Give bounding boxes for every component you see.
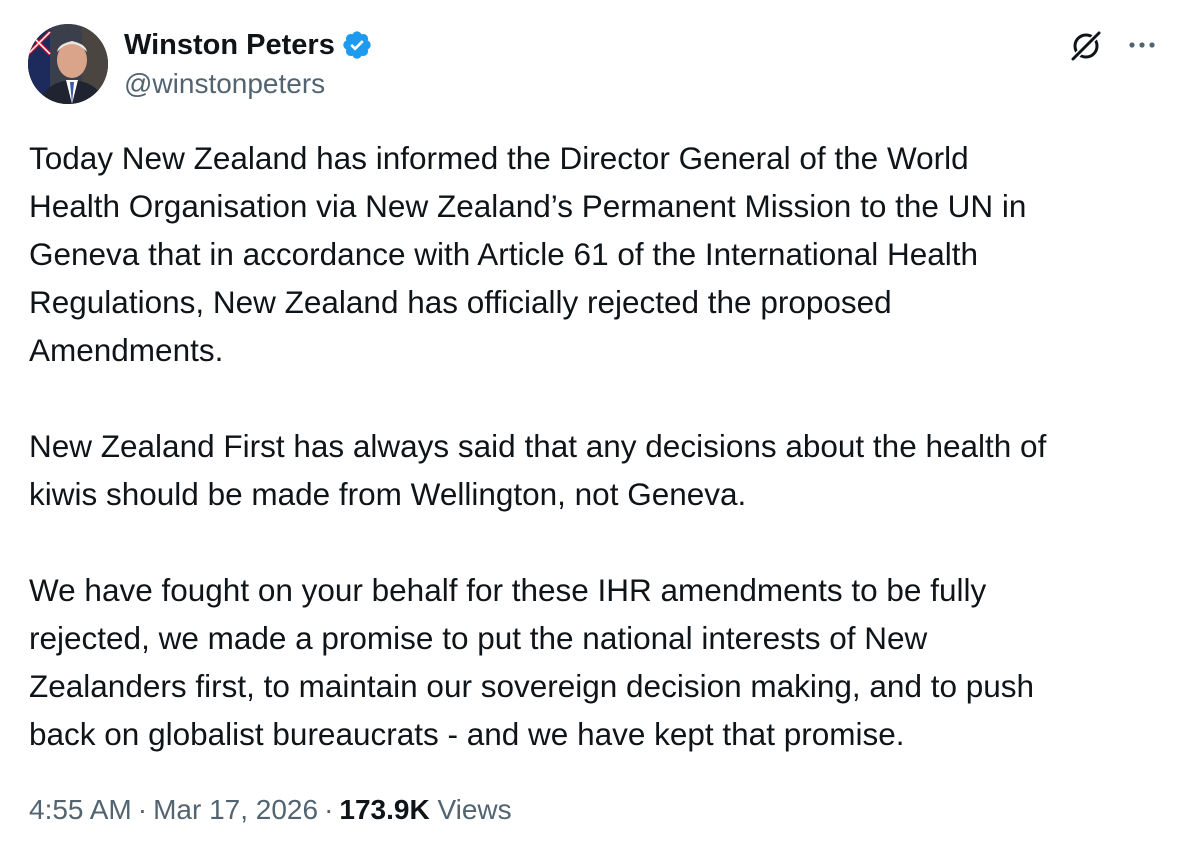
- tweet-paragraph: We have fought on your behalf for these …: [29, 572, 1035, 752]
- grok-icon[interactable]: [1066, 26, 1106, 66]
- tweet-time[interactable]: 4:55 AM: [29, 794, 132, 825]
- avatar-image: [28, 24, 108, 104]
- tweet-text: Today New Zealand has informed the Direc…: [29, 134, 1169, 758]
- tweet-card: Winston Peters @winstonpeters Today New …: [0, 0, 1184, 852]
- avatar[interactable]: [28, 24, 108, 104]
- meta-separator: ·: [324, 794, 334, 825]
- verified-badge-icon: [343, 31, 371, 59]
- tweet-meta: 4:55 AM · Mar 17, 2026 · 173.9K Views: [29, 792, 512, 828]
- views-count[interactable]: 173.9K: [339, 794, 429, 825]
- author-display-name[interactable]: Winston Peters: [124, 29, 335, 62]
- author-name-row[interactable]: Winston Peters: [124, 26, 373, 64]
- views-label[interactable]: Views: [437, 794, 511, 825]
- tweet-date[interactable]: Mar 17, 2026: [153, 794, 318, 825]
- meta-separator: ·: [137, 794, 148, 825]
- more-options-icon[interactable]: [1124, 30, 1160, 60]
- tweet-paragraph: New Zealand First has always said that a…: [29, 428, 1047, 512]
- author-handle[interactable]: @winstonpeters: [124, 68, 325, 100]
- tweet-paragraph: Today New Zealand has informed the Direc…: [29, 140, 1027, 368]
